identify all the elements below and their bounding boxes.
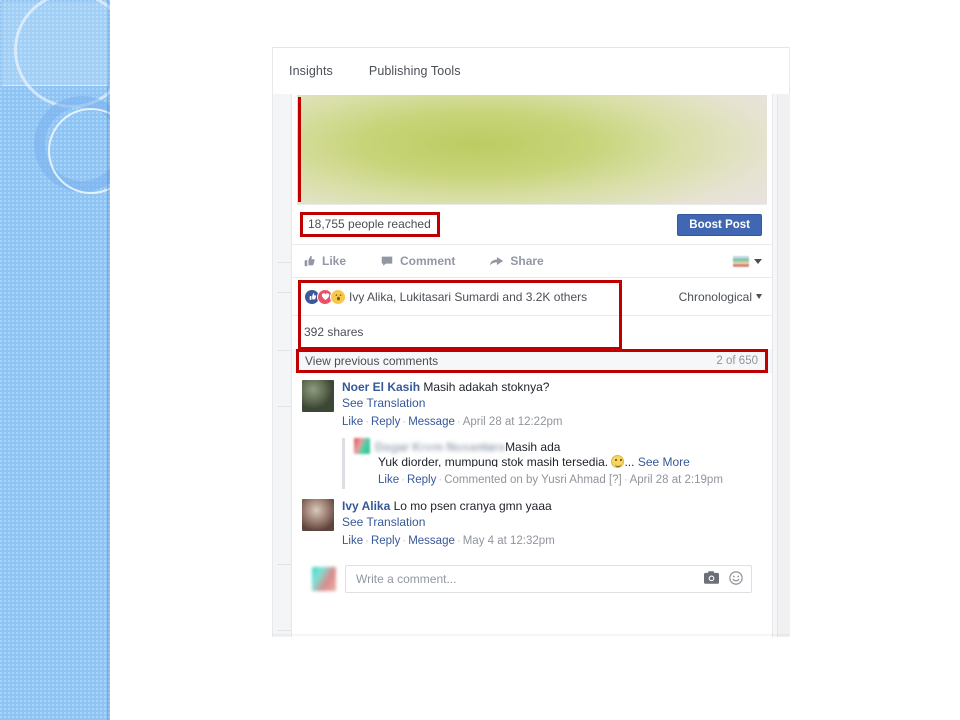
boost-post-button[interactable]: Boost Post — [677, 213, 762, 236]
chevron-down-icon — [754, 258, 762, 264]
shares-count[interactable]: 392 shares — [304, 325, 363, 339]
reaction-icon-group[interactable] — [304, 288, 346, 305]
reactions-section: Ivy Alika, Lukitasari Sumardi and 3.2K o… — [292, 278, 772, 350]
comment-message-link[interactable]: Message — [408, 535, 455, 547]
reply-text-line: Dagar Krem NusantaraMasih ada — [354, 438, 762, 455]
chevron-down-icon — [756, 294, 762, 299]
comment-timestamp[interactable]: April 28 at 12:22pm — [463, 416, 563, 428]
comment-item: Noer El Kasih Masih adakah stoknya? See … — [302, 380, 762, 431]
share-button-label: Share — [510, 254, 544, 268]
wow-reaction-icon — [330, 288, 346, 305]
avatar[interactable] — [354, 438, 370, 454]
like-button-label: Like — [322, 254, 347, 268]
reply-reply-link[interactable]: Reply — [407, 474, 436, 486]
comment-sort-label: Chronological — [678, 289, 752, 304]
left-column-sliver — [273, 94, 291, 637]
sidebar-edge-shadow — [107, 0, 110, 720]
post-card-inner: 18,755 people reached Boost Post Like Co… — [291, 94, 773, 637]
reactions-row: Ivy Alika, Lukitasari Sumardi and 3.2K o… — [292, 278, 772, 315]
reach-highlight-box: 18,755 people reached — [300, 212, 440, 237]
reply-message-line1: Masih ada — [505, 440, 561, 454]
view-previous-comments-link[interactable]: View previous comments — [305, 354, 438, 368]
avatar[interactable] — [312, 567, 336, 591]
see-translation-link[interactable]: See Translation — [342, 514, 762, 531]
thumbs-up-icon — [302, 254, 316, 268]
scrollbar-track[interactable] — [777, 94, 790, 637]
comment-button[interactable]: Comment — [380, 254, 455, 268]
previous-comments-bar: View previous comments 2 of 650 — [292, 349, 772, 373]
comment-like-link[interactable]: Like — [342, 416, 363, 428]
see-more-link[interactable]: See More — [638, 455, 690, 469]
reply-ellipsis: ... — [624, 455, 635, 469]
avatar[interactable] — [302, 380, 334, 412]
comment-author-name[interactable]: Noer El Kasih — [342, 380, 420, 394]
slide-decorative-sidebar — [0, 0, 110, 720]
comment-meta: Like · Reply · Message · April 28 at 12:22pm — [342, 416, 563, 428]
reply-like-link[interactable]: Like — [378, 474, 399, 486]
comment-body: Ivy Alika Lo mo psen cranya gmn yaaa See… — [342, 499, 762, 550]
screenshot-bottom-shadow — [272, 634, 790, 637]
reply-author-name-blurred[interactable]: Dagar Krem Nusantara — [375, 440, 505, 455]
annotation-red-line — [298, 97, 301, 202]
comment-body: Noer El Kasih Masih adakah stoknya? See … — [342, 380, 762, 431]
emoji-smiley-icon[interactable] — [729, 570, 743, 588]
audience-selector[interactable] — [733, 255, 762, 267]
comment-item: Ivy Alika Lo mo psen cranya gmn yaaa See… — [302, 499, 762, 550]
like-button[interactable]: Like — [302, 254, 346, 268]
facebook-post-screenshot: Insights Publishing Tools 18,755 people … — [272, 47, 790, 637]
reach-bar: 18,755 people reached Boost Post — [292, 205, 772, 245]
comment-message: Masih adakah stoknya? — [423, 380, 550, 394]
reply-message-line2: Yuk diorder, mumpung stok masih tersedia… — [378, 455, 609, 467]
shares-row: 392 shares — [292, 315, 772, 347]
audience-thumbnail-icon — [733, 255, 749, 267]
comment-author-name[interactable]: Ivy Alika — [342, 499, 390, 513]
comment-like-link[interactable]: Like — [342, 535, 363, 547]
comment-message-link[interactable]: Message — [408, 416, 455, 428]
post-photo[interactable] — [297, 95, 767, 205]
post-action-bar: Like Comment Share — [292, 245, 772, 278]
comment-text-line: Ivy Alika Lo mo psen cranya gmn yaaa — [342, 499, 762, 514]
reach-count-text[interactable]: 18,755 people reached — [308, 217, 431, 231]
previous-comments-section: View previous comments 2 of 650 — [292, 349, 772, 373]
tab-insights[interactable]: Insights — [287, 60, 335, 82]
comment-button-label: Comment — [400, 254, 456, 268]
reply-commented-by: Commented on by Yusri Ahmad — [444, 474, 606, 486]
share-arrow-icon — [489, 254, 504, 268]
comments-count: 2 of 650 — [716, 355, 758, 367]
comment-composer — [302, 559, 762, 605]
comment-timestamp[interactable]: May 4 at 12:32pm — [463, 535, 555, 547]
comment-input[interactable] — [354, 571, 694, 587]
comment-reply-link[interactable]: Reply — [371, 416, 400, 428]
page-tab-bar: Insights Publishing Tools — [272, 47, 790, 94]
comment-message: Lo mo psen cranya gmn yaaa — [393, 499, 552, 513]
see-translation-link[interactable]: See Translation — [342, 395, 762, 412]
reply-meta: Like · Reply · Commented on by Yusri Ahmad [… — [378, 474, 723, 486]
comment-sort-selector[interactable]: Chronological — [679, 290, 762, 304]
tab-publishing-tools[interactable]: Publishing Tools — [367, 60, 463, 82]
comments-list: Noer El Kasih Masih adakah stoknya? See … — [292, 373, 772, 605]
share-button[interactable]: Share — [489, 254, 544, 268]
reply-timestamp[interactable]: April 28 at 2:19pm — [630, 474, 723, 486]
help-marker[interactable]: [?] — [609, 474, 622, 486]
comment-reply-link[interactable]: Reply — [371, 535, 400, 547]
comment-input-wrapper[interactable] — [345, 565, 752, 593]
post-card: 18,755 people reached Boost Post Like Co… — [272, 94, 790, 637]
comment-meta: Like · Reply · Message · May 4 at 12:32pm — [342, 535, 555, 547]
emoji-smiley-icon — [611, 455, 625, 468]
camera-icon[interactable] — [704, 571, 719, 587]
reactors-summary[interactable]: Ivy Alika, Lukitasari Sumardi and 3.2K o… — [349, 290, 587, 304]
avatar[interactable] — [302, 499, 334, 531]
reply-message-line2-row: Yuk diorder, mumpung stok masih tersedia… — [378, 455, 762, 470]
comment-bubble-icon — [380, 254, 394, 268]
comment-reply-item: Dagar Krem NusantaraMasih ada Yuk diorde… — [342, 438, 762, 489]
comment-text-line: Noer El Kasih Masih adakah stoknya? — [342, 380, 762, 395]
